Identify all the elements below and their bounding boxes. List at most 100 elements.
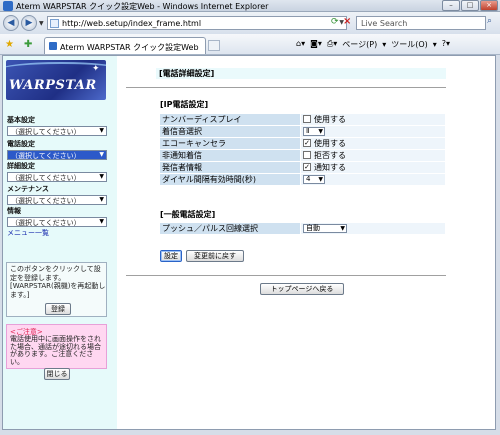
new-tab-button[interactable] xyxy=(208,40,220,51)
revert-button[interactable]: 変更前に戻す xyxy=(186,250,244,262)
row-label: 発信者情報 xyxy=(160,162,300,173)
row-number-display: ナンバーディスプレイ 使用する xyxy=(160,114,445,125)
chevron-down-icon: ▼ xyxy=(99,196,104,203)
dial-interval-select[interactable]: 4 ▼ xyxy=(303,175,325,184)
checkbox-label: 通知する xyxy=(314,163,346,172)
left-nav-frame: ✦ WARPSTAR 基本設定 （選択してください） ▼ 電話設定 （選択してく… xyxy=(3,56,117,429)
anonymous-checkbox[interactable] xyxy=(303,151,311,159)
set-button[interactable]: 設定 xyxy=(160,250,182,262)
tab-label: Aterm WARPSTAR クイック設定Web xyxy=(60,43,199,52)
close-button[interactable]: 閉じる xyxy=(44,368,70,380)
tools-menu[interactable]: ツール(O) ▾ xyxy=(391,39,437,50)
menu-info: 情報 （選択してください） ▼ xyxy=(7,206,111,227)
general-section-heading: [一般電話設定] xyxy=(160,210,216,219)
search-icon[interactable]: ⌕ xyxy=(487,16,492,26)
row-label: 非通知着信 xyxy=(160,150,300,161)
chevron-down-icon: ▼ xyxy=(318,176,323,183)
notice-text: 電話使用中に画面操作をされた場合、通話が途切れる場合があります。ご注意ください。 xyxy=(10,335,101,366)
select-value: （選択してください） xyxy=(11,128,81,136)
url-input[interactable]: http://web.setup/index_frame.html ▼ xyxy=(47,16,347,30)
menu-info-label: 情報 xyxy=(7,207,21,215)
search-input[interactable]: Live Search xyxy=(356,16,486,30)
maximize-button[interactable]: □ xyxy=(461,0,479,11)
warpstar-logo: ✦ WARPSTAR xyxy=(6,60,106,100)
title-bar: Aterm WARPSTAR クイック設定Web - Windows Inter… xyxy=(0,0,500,12)
ip-section-heading: [IP電話設定] xyxy=(160,100,209,109)
row-caller-info: 発信者情報 ✓ 通知する xyxy=(160,162,445,173)
back-button[interactable]: ◀ xyxy=(3,15,19,31)
row-label: ダイヤル間隔有効時間(秒) xyxy=(160,174,300,185)
command-buttons: ⌂▾ ◙▾ ⎙▾ ページ(P) ▾ ツール(O) ▾ ?▾ xyxy=(296,39,455,50)
row-value: 4 ▼ xyxy=(301,174,445,185)
main-content-frame: [電話詳細設定] [IP電話設定] ナンバーディスプレイ 使用する 着信音選択 … xyxy=(118,56,495,429)
number-display-checkbox[interactable] xyxy=(303,115,311,123)
echo-cancel-checkbox[interactable]: ✓ xyxy=(303,139,311,147)
back-to-top-button[interactable]: トップページへ戻る xyxy=(260,283,344,295)
tab-page-icon xyxy=(49,42,57,50)
refresh-icon[interactable]: ⟳ xyxy=(331,17,339,27)
row-echo-cancel: エコーキャンセラ ✓ 使用する xyxy=(160,138,445,149)
menu-basic-select[interactable]: （選択してください） ▼ xyxy=(7,126,107,136)
home-icon[interactable]: ⌂▾ xyxy=(296,39,305,50)
menu-info-select[interactable]: （選択してください） ▼ xyxy=(7,217,107,227)
ring-tone-select[interactable]: Ⅱ ▼ xyxy=(303,127,325,136)
address-bar: ◀ ▶ ▼ http://web.setup/index_frame.html … xyxy=(0,12,500,34)
page-menu-label: ページ(P) xyxy=(342,40,378,49)
select-value: （選択してください） xyxy=(11,152,81,160)
stop-icon[interactable]: × xyxy=(343,16,351,27)
menu-detail-select[interactable]: （選択してください） ▼ xyxy=(7,172,107,182)
help-icon[interactable]: ?▾ xyxy=(442,39,450,50)
menu-basic: 基本設定 （選択してください） ▼ xyxy=(7,115,111,136)
favorites-star-icon[interactable]: ★ xyxy=(5,39,14,50)
menu-phone-label: 電話設定 xyxy=(7,140,35,148)
add-favorite-icon[interactable]: ✚ xyxy=(24,39,32,50)
command-bar: ★ ✚ Aterm WARPSTAR クイック設定Web ⌂▾ ◙▾ ⎙▾ ペー… xyxy=(0,34,500,55)
forward-button[interactable]: ▶ xyxy=(21,15,37,31)
chevron-down-icon: ▼ xyxy=(318,128,323,135)
window-controls: – □ × xyxy=(441,0,498,11)
minimize-button[interactable]: – xyxy=(442,0,460,11)
feeds-icon[interactable]: ◙▾ xyxy=(310,39,322,50)
chevron-down-icon: ▼ xyxy=(99,218,104,225)
page-menu[interactable]: ページ(P) ▾ xyxy=(342,39,386,50)
ie-logo-icon xyxy=(3,1,13,11)
menu-detail: 詳細設定 （選択してください） ▼ xyxy=(7,161,111,182)
print-icon[interactable]: ⎙▾ xyxy=(327,39,337,50)
menu-maintenance-select[interactable]: （選択してください） ▼ xyxy=(7,195,107,205)
select-value: （選択してください） xyxy=(11,174,81,182)
select-value: 自動 xyxy=(306,224,320,232)
page-viewport: ✦ WARPSTAR 基本設定 （選択してください） ▼ 電話設定 （選択してく… xyxy=(2,55,496,430)
row-value: ✓ 通知する xyxy=(301,162,445,173)
window-title: Aterm WARPSTAR クイック設定Web - Windows Inter… xyxy=(16,2,269,11)
menu-basic-label: 基本設定 xyxy=(7,116,35,124)
row-value: Ⅱ ▼ xyxy=(301,126,445,137)
checkbox-label: 拒否する xyxy=(314,151,346,160)
dial-mode-select[interactable]: 自動 ▼ xyxy=(303,224,347,233)
logo-star-icon: ✦ xyxy=(92,64,100,74)
row-value: ✓ 使用する xyxy=(301,138,445,149)
tab-active[interactable]: Aterm WARPSTAR クイック設定Web xyxy=(44,37,206,54)
row-label: 着信音選択 xyxy=(160,126,300,137)
menu-maintenance-label: メンテナンス xyxy=(7,185,49,193)
checkbox-label: 使用する xyxy=(314,139,346,148)
url-text[interactable]: http://web.setup/index_frame.html xyxy=(62,19,201,28)
select-value: 4 xyxy=(306,175,311,183)
menu-list-link[interactable]: メニュー一覧 xyxy=(7,228,49,238)
caller-info-checkbox[interactable]: ✓ xyxy=(303,163,311,171)
menu-detail-label: 詳細設定 xyxy=(7,162,35,170)
page-title: [電話詳細設定] xyxy=(156,68,446,79)
row-dial-mode: プッシュ／パルス回線選択 自動 ▼ xyxy=(160,223,445,234)
notice-box: <ご注意> 電話使用中に画面操作をされた場合、通話が途切れる場合があります。ご注… xyxy=(6,324,107,369)
history-dropdown-icon[interactable]: ▼ xyxy=(39,20,44,27)
close-window-button[interactable]: × xyxy=(480,0,498,11)
row-ring-tone: 着信音選択 Ⅱ ▼ xyxy=(160,126,445,137)
row-dial-interval: ダイヤル間隔有効時間(秒) 4 ▼ xyxy=(160,174,445,185)
register-info-box: このボタンをクリックして設定を登録します。[WARPSTAR(親機)を再起動しま… xyxy=(6,262,107,317)
row-value: 自動 ▼ xyxy=(301,223,445,234)
row-value: 使用する xyxy=(301,114,445,125)
logo-text: WARPSTAR xyxy=(9,78,97,93)
select-value: （選択してください） xyxy=(11,219,81,227)
register-button[interactable]: 登録 xyxy=(45,303,71,315)
row-anonymous: 非通知着信 拒否する xyxy=(160,150,445,161)
menu-phone-select[interactable]: （選択してください） ▼ xyxy=(7,150,107,160)
